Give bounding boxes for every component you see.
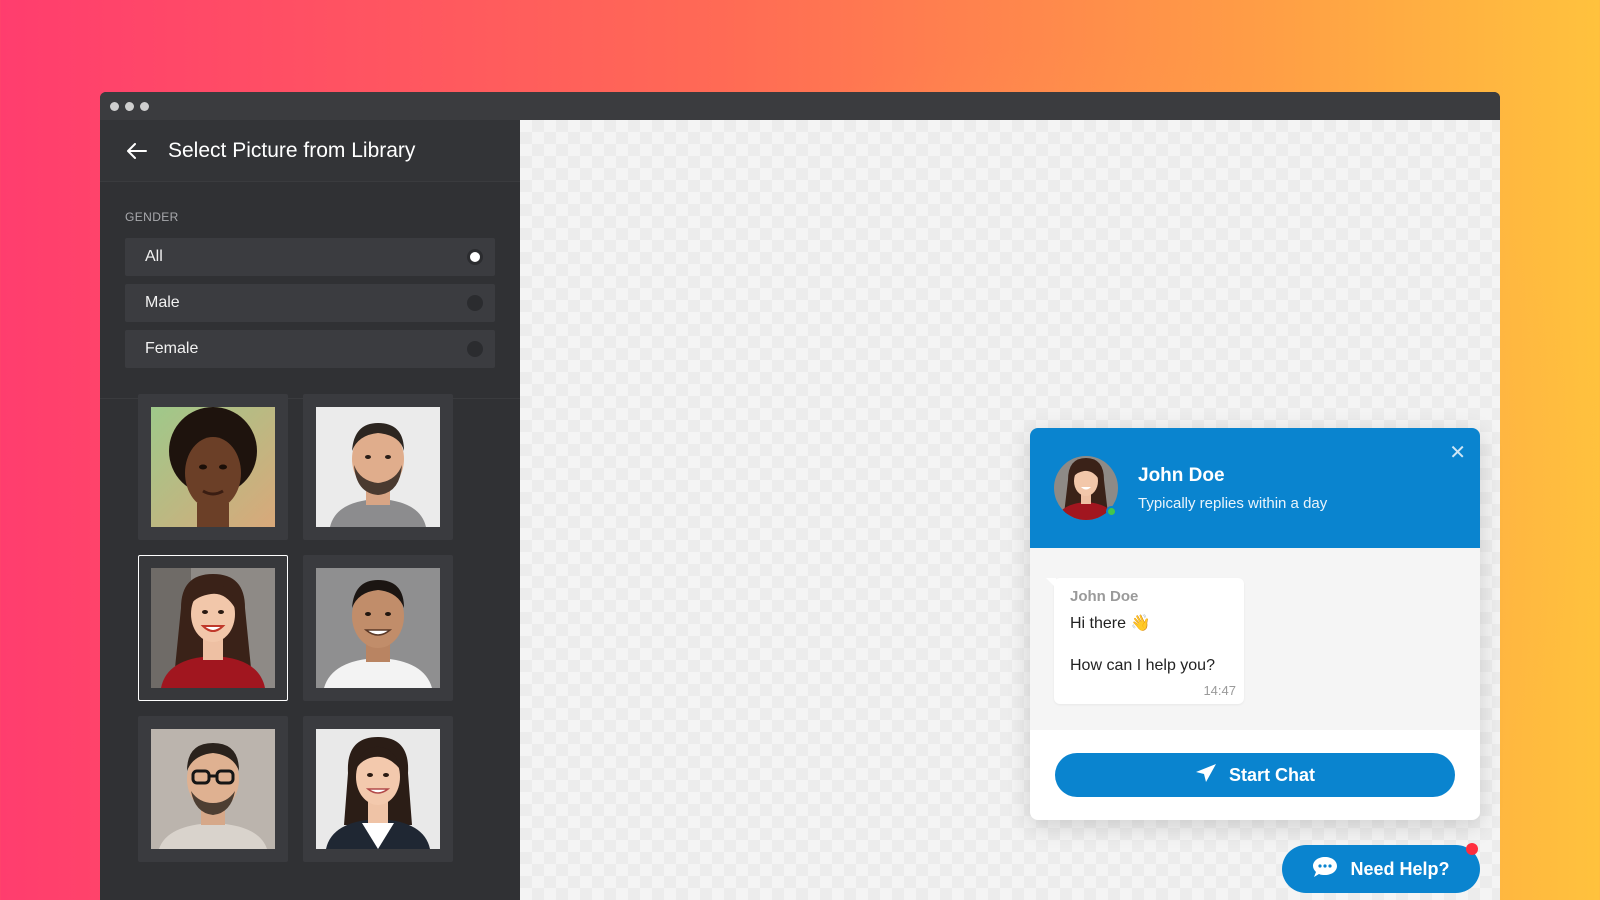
window-minimize-dot[interactable] <box>125 101 134 111</box>
message-time: 14:47 <box>1203 683 1236 698</box>
avatar-woman-dark-hair <box>316 729 440 849</box>
picture-thumb[interactable] <box>138 394 288 540</box>
picture-thumb[interactable] <box>303 394 453 540</box>
message-question: How can I help you? <box>1070 657 1215 674</box>
window-maximize-dot[interactable] <box>140 101 149 111</box>
panel-header: Select Picture from Library <box>100 120 520 182</box>
need-help-label: Need Help? <box>1350 858 1450 879</box>
picture-thumb[interactable] <box>303 716 453 862</box>
option-label: Male <box>145 294 180 311</box>
gender-option-female[interactable]: Female <box>125 330 495 368</box>
avatar-man-glasses <box>151 729 275 849</box>
gender-option-all[interactable]: All <box>125 238 495 276</box>
avatar-woman-red-sweater <box>151 568 275 688</box>
radio-female[interactable] <box>467 341 483 357</box>
agent-info: John Doe Typically replies within a day <box>1138 465 1327 512</box>
picture-thumb[interactable] <box>138 716 288 862</box>
message-greeting: Hi there 👋 <box>1070 615 1151 632</box>
message-bubble: John Doe Hi there 👋 How can I help you? … <box>1046 578 1244 704</box>
agent-status: Typically replies within a day <box>1138 494 1328 512</box>
online-indicator <box>1106 506 1117 517</box>
agent-name: John Doe <box>1138 464 1225 486</box>
close-icon[interactable]: ✕ <box>1449 440 1466 465</box>
chat-widget: John Doe Typically replies within a day … <box>1030 428 1480 820</box>
picture-thumb-selected[interactable] <box>138 555 288 701</box>
picture-thumb[interactable] <box>303 555 453 701</box>
start-chat-button[interactable]: Start Chat <box>1055 753 1455 797</box>
radio-all[interactable] <box>467 249 483 265</box>
avatar-man-beard <box>316 407 440 527</box>
gender-filter: GENDER All Male Female <box>100 182 520 399</box>
message-sender: John Doe <box>1070 588 1139 605</box>
radio-male[interactable] <box>467 295 483 311</box>
bubble-tail <box>1046 578 1056 588</box>
gender-option-male[interactable]: Male <box>125 284 495 322</box>
chat-bubble-icon <box>1312 855 1338 884</box>
need-help-button[interactable]: Need Help? <box>1282 843 1480 893</box>
avatar-woman-curly-hair <box>151 407 275 527</box>
chat-body: John Doe Hi there 👋 How can I help you? … <box>1030 548 1480 730</box>
notification-dot <box>1466 843 1478 855</box>
option-label: All <box>145 248 163 265</box>
start-chat-label: Start Chat <box>1228 764 1315 785</box>
chat-header: John Doe Typically replies within a day … <box>1030 428 1480 548</box>
chat-footer: Start Chat <box>1030 730 1480 820</box>
arrow-left-icon[interactable] <box>126 140 148 162</box>
window-close-dot[interactable] <box>110 101 119 111</box>
option-label: Female <box>145 340 199 357</box>
paper-plane-icon <box>1195 763 1217 788</box>
agent-avatar <box>1054 456 1118 520</box>
picture-grid <box>138 394 453 862</box>
avatar-man-smiling <box>316 568 440 688</box>
panel-title: Select Picture from Library <box>168 138 416 162</box>
gender-label: GENDER <box>125 210 179 224</box>
title-bar <box>100 92 1500 120</box>
